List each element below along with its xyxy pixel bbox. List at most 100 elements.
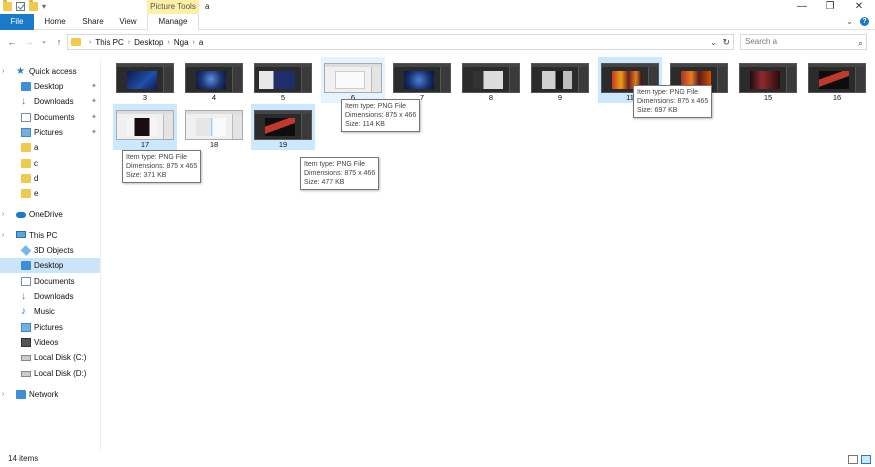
- file-name: 15: [763, 93, 773, 102]
- sidebar-item-folder-c[interactable]: c: [0, 156, 100, 171]
- chevron-right-icon[interactable]: ›: [2, 387, 4, 402]
- thumbnail: [531, 63, 589, 93]
- file-item-16[interactable]: 16: [805, 57, 869, 103]
- chevron-right-icon[interactable]: ›: [128, 39, 130, 46]
- chevron-down-icon[interactable]: ⌄: [710, 38, 717, 47]
- sidebar-item-desktop[interactable]: Desktop: [0, 258, 100, 273]
- sidebar-item-folder-e[interactable]: e: [0, 186, 100, 201]
- thumbnail: [393, 63, 451, 93]
- sidebar-item-local-disk-c[interactable]: Local Disk (C:): [0, 350, 100, 365]
- tab-share[interactable]: Share: [76, 14, 110, 30]
- film-icon: [21, 338, 31, 347]
- close-button[interactable]: ✕: [849, 1, 869, 13]
- recent-locations-icon[interactable]: ⌄: [38, 36, 50, 48]
- file-item-7[interactable]: 7: [390, 57, 454, 103]
- file-item-17[interactable]: 17: [113, 104, 177, 150]
- folder-icon[interactable]: [3, 0, 12, 11]
- file-item-6[interactable]: 6: [321, 57, 385, 103]
- chevron-right-icon[interactable]: ›: [168, 39, 170, 46]
- properties-icon[interactable]: [16, 2, 25, 11]
- sidebar-item-pictures-pinned[interactable]: Pictures ✦: [0, 125, 100, 140]
- refresh-icon[interactable]: ↻: [722, 37, 730, 48]
- search-icon: ⌕: [857, 38, 863, 48]
- tab-home[interactable]: Home: [38, 14, 72, 30]
- back-arrow-icon[interactable]: ←: [6, 36, 18, 48]
- sidebar-item-label: c: [34, 159, 38, 168]
- expand-ribbon-icon[interactable]: ⌄: [845, 17, 854, 26]
- maximize-button[interactable]: ❐: [820, 1, 840, 13]
- sidebar-item-documents[interactable]: Documents: [0, 274, 100, 289]
- tooltip-file-19: Item type: PNG File Dimensions: 875 x 46…: [300, 157, 380, 190]
- file-item-4[interactable]: 4: [182, 57, 246, 103]
- chevron-right-icon[interactable]: ›: [89, 39, 91, 46]
- pin-icon[interactable]: ✦: [91, 79, 97, 94]
- file-name: 5: [280, 93, 286, 102]
- pin-icon[interactable]: ✦: [91, 94, 97, 109]
- navigation-pane: › ★ Quick access Desktop ✦ ↓ Downloads ✦…: [0, 60, 101, 450]
- sidebar-item-label: Network: [29, 390, 59, 399]
- file-name: 19: [278, 140, 288, 149]
- file-item-3[interactable]: 3: [113, 57, 177, 103]
- file-item-15[interactable]: 15: [736, 57, 800, 103]
- desktop-icon: [21, 261, 31, 270]
- file-name: 4: [211, 93, 217, 102]
- large-icons-view-icon[interactable]: [861, 455, 871, 464]
- sidebar-item-pictures[interactable]: Pictures: [0, 320, 100, 335]
- sidebar-item-desktop-pinned[interactable]: Desktop ✦: [0, 79, 100, 94]
- thumbnail: [185, 63, 243, 93]
- tooltip-dimensions: Dimensions: 875 x 465: [637, 98, 709, 105]
- tab-view[interactable]: View: [112, 14, 144, 30]
- sidebar-item-downloads-pinned[interactable]: ↓ Downloads ✦: [0, 94, 100, 109]
- sidebar-item-label: d: [34, 174, 39, 183]
- forward-arrow-icon[interactable]: →: [23, 36, 35, 48]
- file-item-18[interactable]: 18: [182, 104, 246, 150]
- sidebar-item-folder-a[interactable]: a: [0, 140, 100, 155]
- file-name: 17: [140, 140, 150, 149]
- pin-icon[interactable]: ✦: [91, 125, 97, 140]
- sidebar-item-label: Desktop: [34, 261, 64, 270]
- breadcrumb-this-pc[interactable]: This PC: [95, 38, 123, 47]
- file-item-19[interactable]: 19: [251, 104, 315, 150]
- file-name: 3: [142, 93, 148, 102]
- sidebar-item-network[interactable]: › Network: [0, 387, 100, 402]
- tooltip-file-11: Item type: PNG File Dimensions: 875 x 46…: [633, 85, 713, 118]
- sidebar-item-downloads[interactable]: ↓ Downloads: [0, 289, 100, 304]
- sidebar-item-onedrive[interactable]: › OneDrive: [0, 207, 100, 222]
- file-item-5[interactable]: 5: [251, 57, 315, 103]
- address-bar[interactable]: › This PC › Desktop › Nga › a ⌄ ↻: [67, 34, 734, 50]
- minimize-button[interactable]: —: [792, 1, 812, 13]
- new-folder-icon[interactable]: [29, 0, 38, 11]
- tab-file[interactable]: File: [0, 14, 34, 30]
- tab-manage[interactable]: Manage: [147, 14, 199, 30]
- sidebar-item-label: Downloads: [34, 292, 74, 301]
- pin-icon[interactable]: ✦: [91, 110, 97, 125]
- details-view-icon[interactable]: [848, 455, 858, 464]
- sidebar-item-local-disk-d[interactable]: Local Disk (D:): [0, 366, 100, 381]
- sidebar-item-folder-d[interactable]: d: [0, 171, 100, 186]
- sidebar-item-quick-access[interactable]: › ★ Quick access: [0, 64, 100, 79]
- sidebar-item-videos[interactable]: Videos: [0, 335, 100, 350]
- chevron-down-icon[interactable]: ›: [2, 228, 4, 243]
- sidebar-item-documents-pinned[interactable]: Documents ✦: [0, 110, 100, 125]
- customize-toolbar-icon[interactable]: ▾: [42, 2, 46, 11]
- help-icon[interactable]: ?: [860, 17, 869, 26]
- file-item-8[interactable]: 8: [459, 57, 523, 103]
- sidebar-item-label: Local Disk (C:): [34, 353, 87, 362]
- file-item-9[interactable]: 9: [528, 57, 592, 103]
- sidebar-item-3d-objects[interactable]: 3D Objects: [0, 243, 100, 258]
- breadcrumb-nga[interactable]: Nga: [174, 38, 189, 47]
- sidebar-item-label: Videos: [34, 338, 59, 347]
- search-input[interactable]: Search a ⌕: [740, 34, 867, 50]
- star-icon: ★: [16, 66, 25, 77]
- sidebar-item-music[interactable]: ♪ Music: [0, 304, 100, 319]
- pictures-icon: [21, 128, 31, 137]
- breadcrumb-desktop[interactable]: Desktop: [134, 38, 163, 47]
- up-arrow-icon[interactable]: ↑: [53, 36, 65, 48]
- breadcrumb-a[interactable]: a: [199, 38, 203, 47]
- chevron-right-icon[interactable]: ›: [2, 207, 4, 222]
- chevron-down-icon[interactable]: ›: [2, 64, 4, 79]
- sidebar-item-label: Quick access: [29, 67, 77, 76]
- sidebar-item-this-pc[interactable]: › This PC: [0, 228, 100, 243]
- file-view[interactable]: 3 4 5 6 7 8 9 11 14 15 16 17: [102, 52, 875, 450]
- chevron-right-icon[interactable]: ›: [193, 39, 195, 46]
